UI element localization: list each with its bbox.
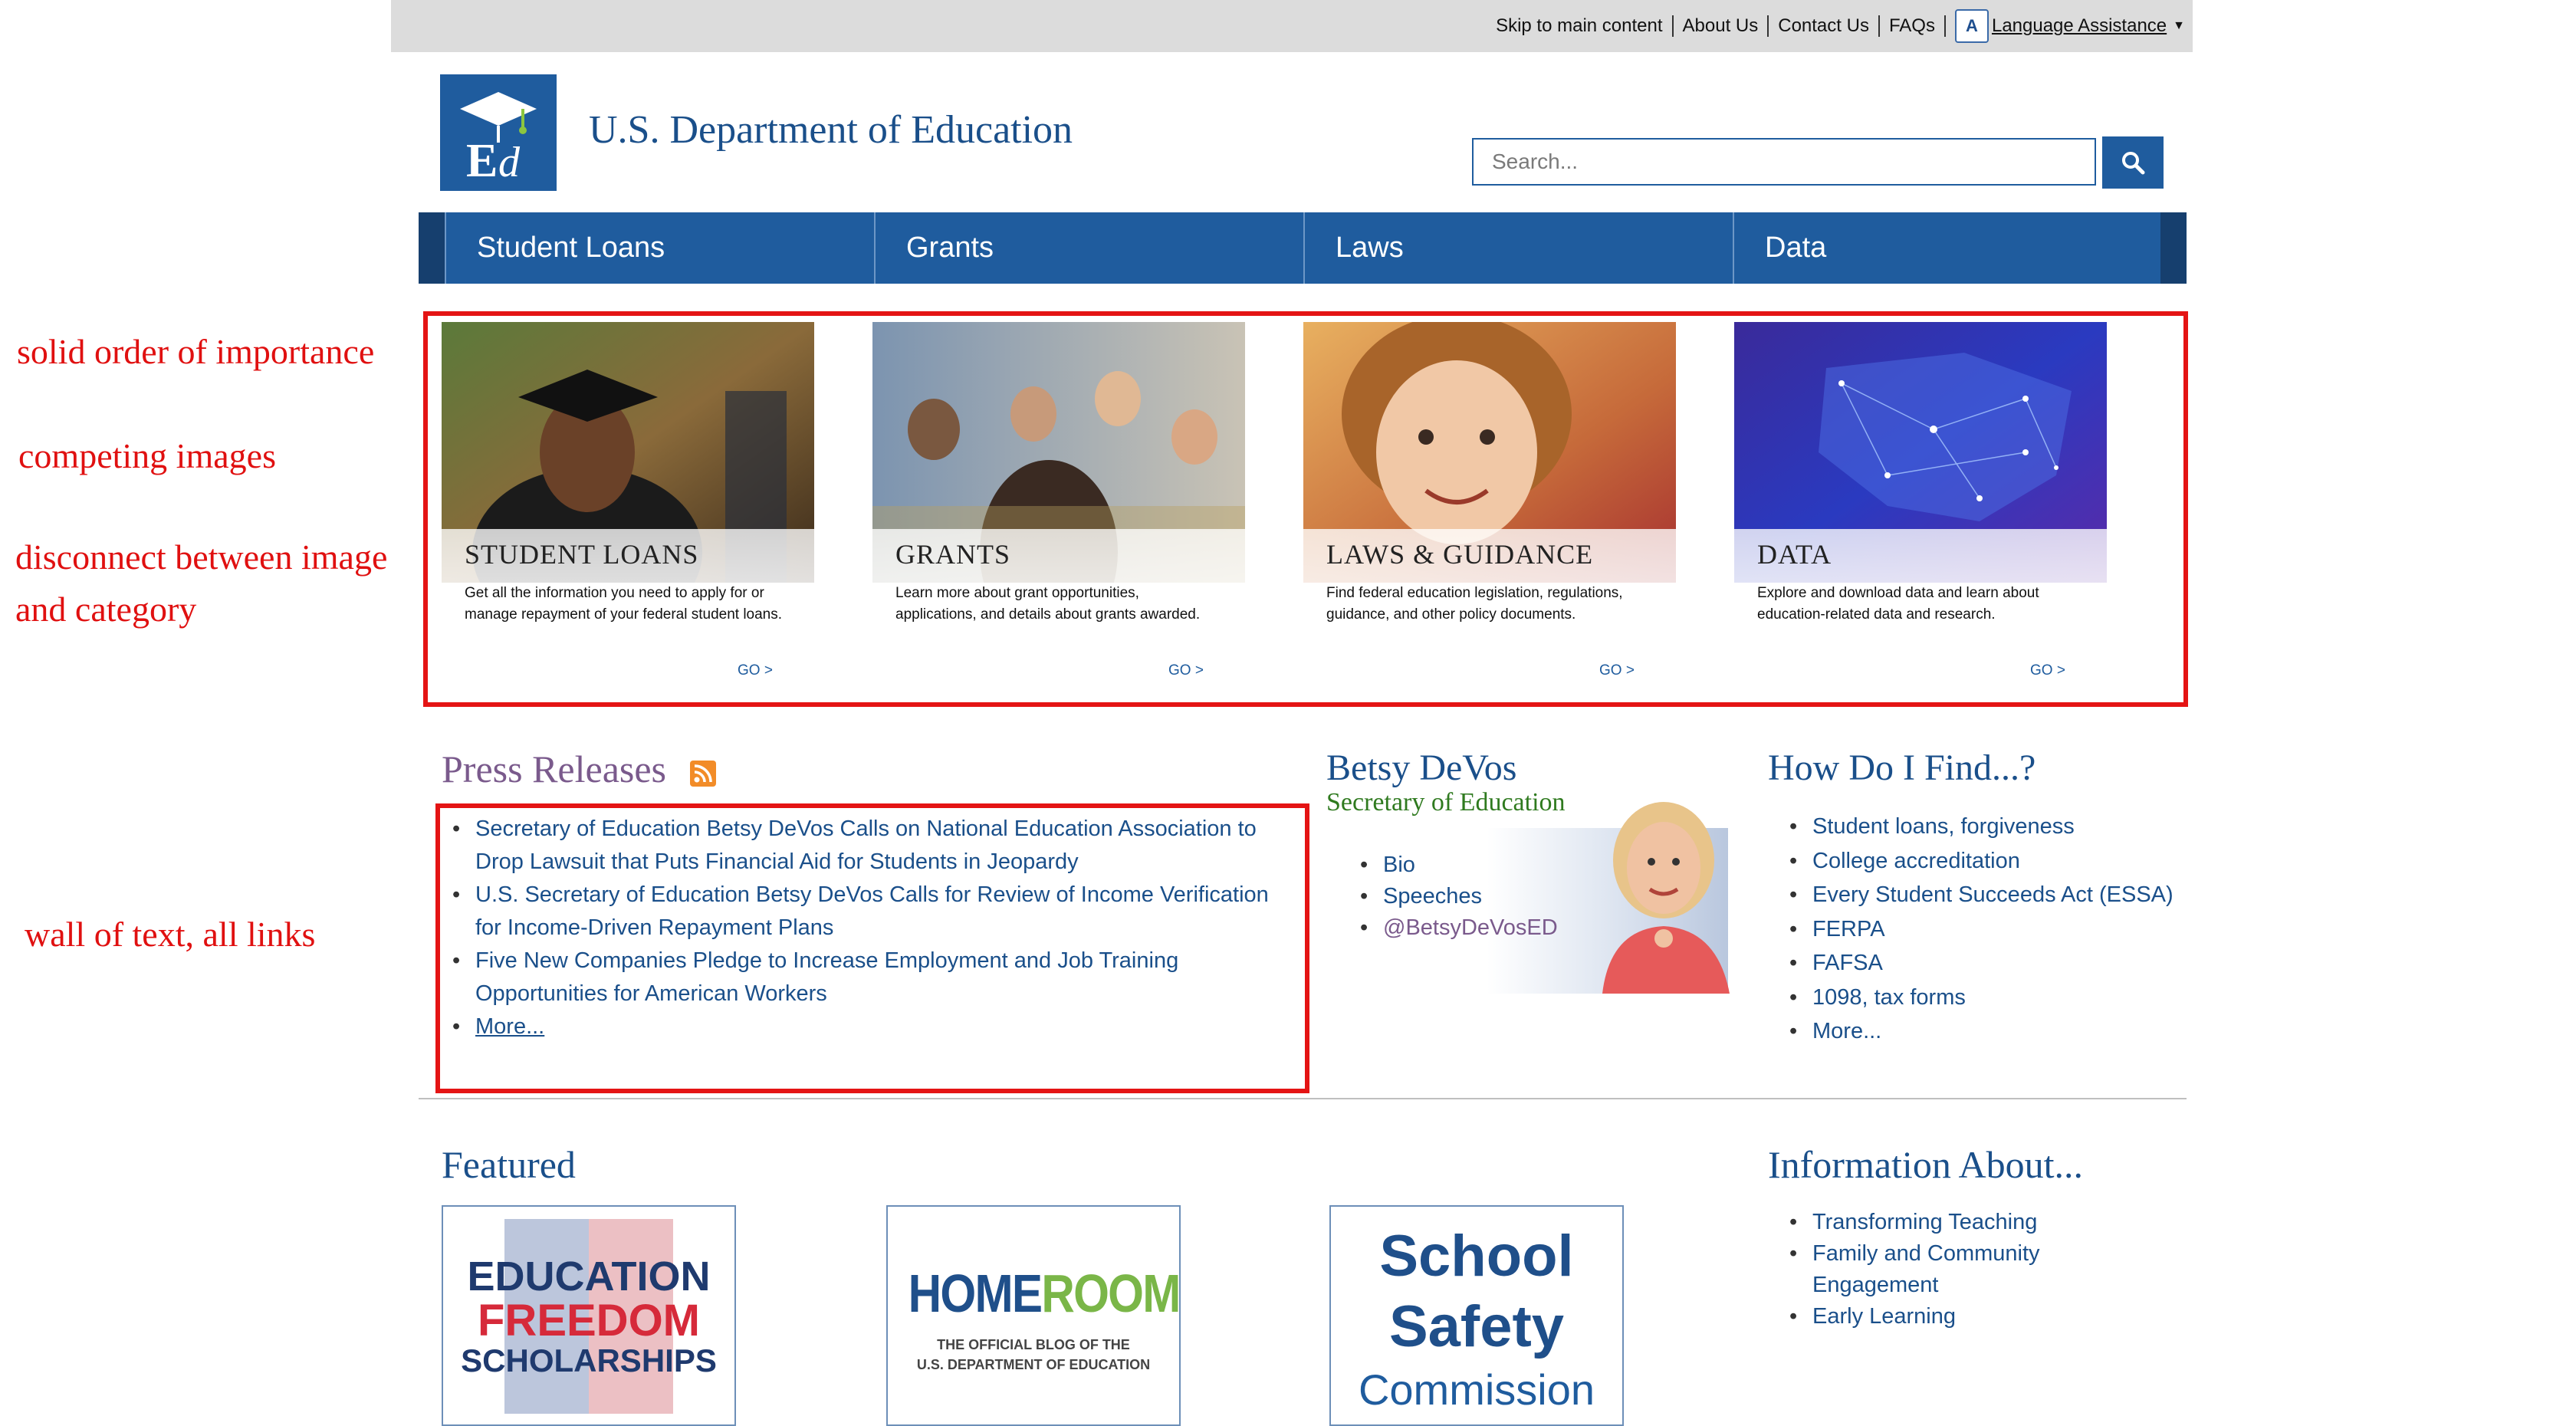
annotation-disconnect-1: disconnect between image bbox=[15, 537, 388, 577]
safety-line-3: Commission bbox=[1358, 1365, 1595, 1414]
secretary-name[interactable]: Betsy DeVos bbox=[1326, 747, 1516, 789]
list-item: Secretary of Education Betsy DeVos Calls… bbox=[449, 813, 1285, 879]
card-laws-guidance[interactable]: LAWS & GUIDANCE Find federal education l… bbox=[1303, 322, 1676, 678]
card-go-link[interactable]: GO > bbox=[1168, 662, 1204, 679]
efs-line-2: FREEDOM bbox=[478, 1296, 700, 1346]
language-assistance-dropdown[interactable]: A Language Assistance ▼ bbox=[1946, 9, 2185, 43]
list-item: @BetsyDeVosED bbox=[1357, 912, 1558, 944]
annotation-order: solid order of importance bbox=[17, 332, 375, 371]
how-do-i-find-title: How Do I Find...? bbox=[1768, 748, 2036, 788]
search-input[interactable] bbox=[1472, 138, 2096, 186]
information-about-title: Information About... bbox=[1768, 1143, 2084, 1186]
card-title: GRANTS bbox=[895, 539, 1011, 570]
card-title: STUDENT LOANS bbox=[465, 539, 699, 570]
card-description: Explore and download data and learn abou… bbox=[1757, 585, 2039, 623]
card-data[interactable]: DATA Explore and download data and learn… bbox=[1734, 322, 2107, 678]
press-releases-title[interactable]: Press Releases bbox=[442, 747, 666, 791]
homeroom-sub-2: U.S. DEPARTMENT OF EDUCATION bbox=[916, 1357, 1151, 1372]
section-divider bbox=[419, 1098, 2187, 1099]
main-nav: Student Loans Grants Laws Data bbox=[419, 212, 2187, 284]
featured-education-freedom-scholarships[interactable]: EDUCATION FREEDOM SCHOLARSHIPS bbox=[442, 1205, 736, 1426]
efs-line-3: SCHOLARSHIPS bbox=[461, 1342, 717, 1378]
list-item: U.S. Secretary of Education Betsy DeVos … bbox=[449, 879, 1285, 945]
card-go-link[interactable]: GO > bbox=[2030, 662, 2065, 679]
card-description: Find federal education legislation, regu… bbox=[1326, 585, 1623, 623]
homeroom-room: ROOM bbox=[1041, 1263, 1181, 1323]
list-item[interactable]: Family and Community Engagement bbox=[1786, 1238, 2108, 1301]
list-item[interactable]: FERPA bbox=[1786, 912, 2174, 947]
how-do-i-find-list: Student loans, forgiveness College accre… bbox=[1786, 810, 2174, 1049]
homeroom-sub-1: THE OFFICIAL BLOG OF THE bbox=[937, 1337, 1130, 1352]
nav-item-data[interactable]: Data bbox=[1733, 212, 2162, 284]
secretary-role: Secretary of Education bbox=[1326, 788, 1566, 816]
list-item[interactable]: More... bbox=[1786, 1014, 2174, 1049]
list-item[interactable]: Student loans, forgiveness bbox=[1786, 810, 2174, 844]
efs-line-1: EDUCATION bbox=[467, 1254, 711, 1300]
list-item: More... bbox=[449, 1010, 1285, 1043]
card-grants[interactable]: GRANTS Learn more about grant opportunit… bbox=[872, 322, 1245, 678]
press-release-link[interactable]: Secretary of Education Betsy DeVos Calls… bbox=[475, 816, 1257, 874]
annotation-wall: wall of text, all links bbox=[25, 915, 316, 954]
homeroom-home: HOME bbox=[908, 1263, 1043, 1323]
chevron-down-icon: ▼ bbox=[2173, 19, 2185, 32]
card-go-link[interactable]: GO > bbox=[1599, 662, 1635, 679]
faqs-link[interactable]: FAQs bbox=[1880, 15, 1946, 37]
list-item: Speeches bbox=[1357, 881, 1558, 912]
language-assistance-label: Language Assistance bbox=[1991, 15, 2167, 36]
secretary-portrait bbox=[1602, 802, 1730, 994]
list-item: Five New Companies Pledge to Increase Em… bbox=[449, 945, 1285, 1010]
twitter-link[interactable]: @BetsyDeVosED bbox=[1383, 915, 1558, 940]
list-item[interactable]: 1098, tax forms bbox=[1786, 981, 2174, 1015]
annotation-disconnect-2: and category bbox=[15, 590, 197, 629]
card-title: LAWS & GUIDANCE bbox=[1326, 539, 1594, 570]
press-release-link[interactable]: U.S. Secretary of Education Betsy DeVos … bbox=[475, 882, 1269, 940]
utility-bar: Skip to main content About Us Contact Us… bbox=[391, 0, 2193, 52]
featured-school-safety-commission[interactable]: School Safety Commission bbox=[1329, 1205, 1624, 1426]
press-releases-list: Secretary of Education Betsy DeVos Calls… bbox=[449, 813, 1285, 1043]
speeches-link[interactable]: Speeches bbox=[1383, 884, 1482, 909]
card-title: DATA bbox=[1757, 539, 1832, 570]
list-item[interactable]: FAFSA bbox=[1786, 946, 2174, 981]
language-icon: A bbox=[1954, 9, 1989, 43]
featured-title: Featured bbox=[442, 1143, 576, 1186]
list-item[interactable]: Early Learning bbox=[1786, 1301, 2108, 1332]
list-item[interactable]: College accreditation bbox=[1786, 844, 2174, 879]
card-go-link[interactable]: GO > bbox=[738, 662, 773, 679]
contact-us-link[interactable]: Contact Us bbox=[1769, 15, 1880, 37]
featured-homeroom[interactable]: HOMEROOM THE OFFICIAL BLOG OF THE U.S. D… bbox=[886, 1205, 1181, 1426]
card-description: Get all the information you need to appl… bbox=[465, 585, 783, 623]
utility-links: Skip to main content About Us Contact Us… bbox=[1487, 0, 2185, 52]
skip-to-main-link[interactable]: Skip to main content bbox=[1487, 15, 1674, 37]
press-more-link[interactable]: More... bbox=[475, 1014, 544, 1039]
press-release-link[interactable]: Five New Companies Pledge to Increase Em… bbox=[475, 948, 1178, 1006]
card-description: Learn more about grant opportunities, ap… bbox=[895, 585, 1201, 623]
annotation-images: competing images bbox=[18, 436, 276, 475]
svg-text:d: d bbox=[498, 139, 521, 182]
nav-edge-left bbox=[419, 212, 445, 284]
list-item[interactable]: Transforming Teaching bbox=[1786, 1207, 2108, 1238]
rss-icon[interactable] bbox=[690, 761, 716, 787]
list-item[interactable]: Every Student Succeeds Act (ESSA) bbox=[1786, 878, 2174, 912]
about-us-link[interactable]: About Us bbox=[1674, 15, 1769, 37]
search-icon bbox=[2122, 152, 2145, 175]
site-title[interactable]: U.S. Department of Education bbox=[589, 107, 1073, 153]
nav-item-student-loans[interactable]: Student Loans bbox=[445, 212, 874, 284]
list-item: Bio bbox=[1357, 849, 1558, 881]
homeroom-logo: HOMEROOM bbox=[909, 1267, 1181, 1320]
safety-line-2: Safety bbox=[1388, 1294, 1565, 1359]
svg-text:E: E bbox=[466, 135, 498, 182]
search-button[interactable] bbox=[2102, 136, 2164, 189]
secretary-links: Bio Speeches @BetsyDeVosED bbox=[1357, 849, 1558, 944]
bio-link[interactable]: Bio bbox=[1383, 853, 1415, 877]
ed-logo-icon[interactable]: E d bbox=[440, 74, 557, 191]
nav-item-grants[interactable]: Grants bbox=[874, 212, 1303, 284]
nav-edge-right bbox=[2160, 212, 2187, 284]
card-student-loans[interactable]: STUDENT LOANS Get all the information yo… bbox=[442, 322, 814, 678]
nav-item-laws[interactable]: Laws bbox=[1303, 212, 1733, 284]
information-about-list: Transforming Teaching Family and Communi… bbox=[1786, 1207, 2108, 1332]
safety-line-1: School bbox=[1379, 1224, 1574, 1289]
